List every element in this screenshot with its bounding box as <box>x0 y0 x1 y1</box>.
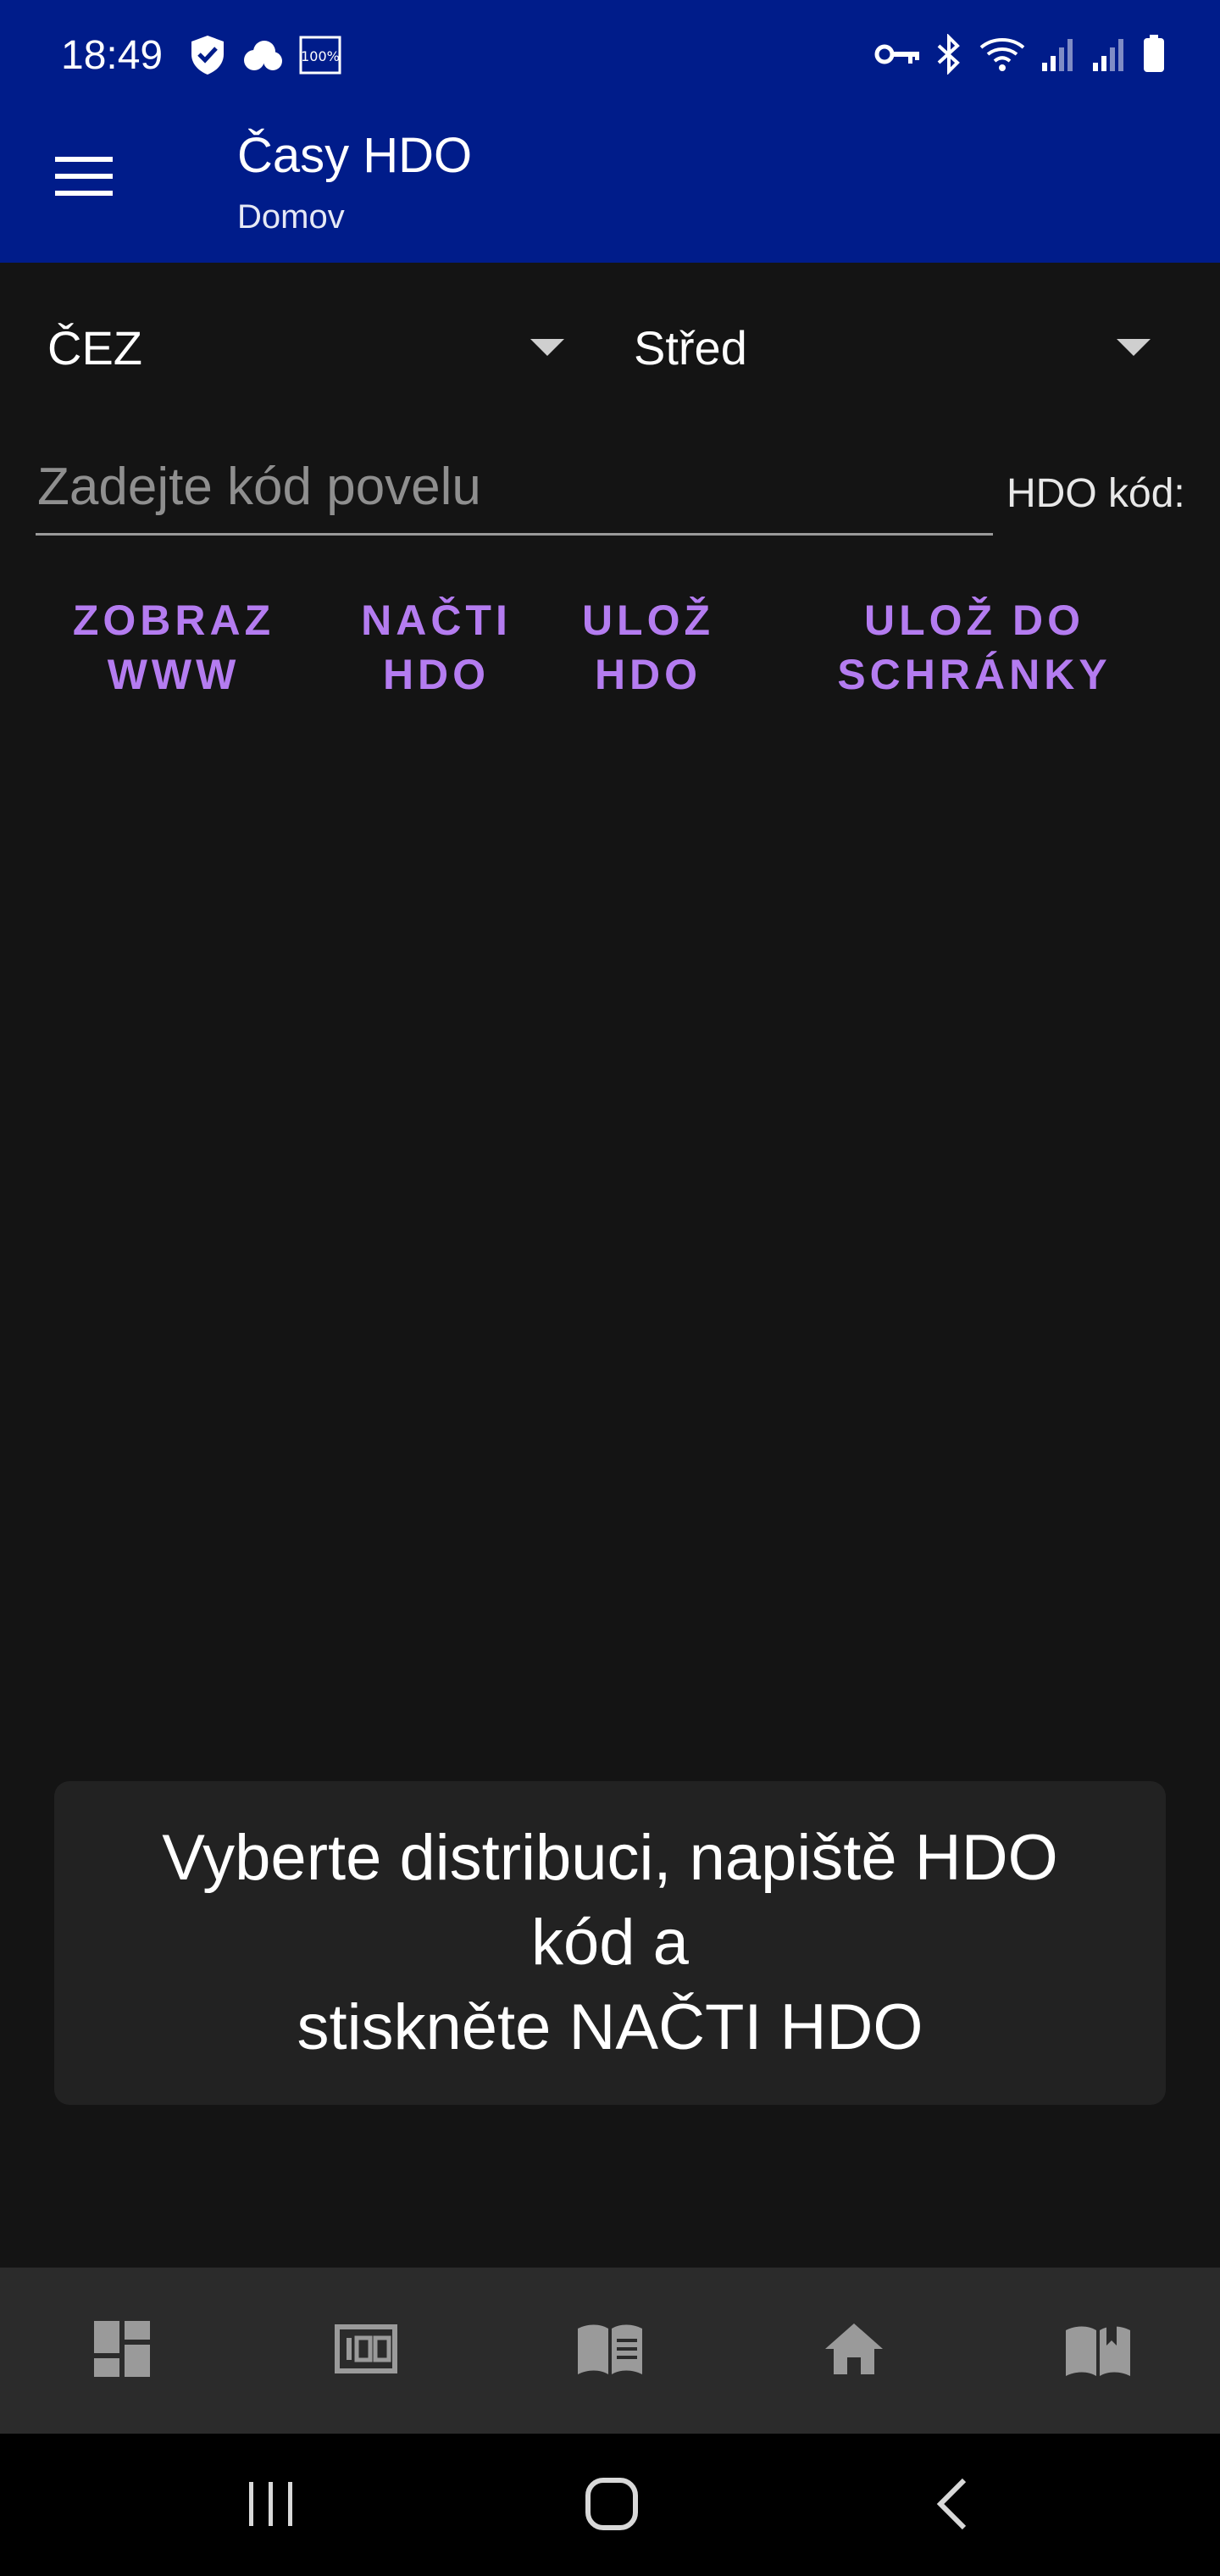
status-left-icons: 100% <box>188 34 342 76</box>
bottom-navigation <box>0 2268 1220 2434</box>
hdo-code-input[interactable] <box>36 441 993 533</box>
back-button[interactable] <box>901 2468 1003 2544</box>
battery-icon <box>1142 35 1166 74</box>
status-bar: 18:49 100% <box>0 0 1220 119</box>
recent-apps-button[interactable] <box>220 2468 322 2544</box>
region-value: Střed <box>634 320 747 375</box>
info-message: Vyberte distribuci, napiště HDO kód a st… <box>162 1822 1058 2063</box>
hdo-code-label: HDO kód: <box>1006 471 1185 516</box>
info-card: Vyberte distribuci, napiště HDO kód a st… <box>54 1781 1166 2105</box>
dashboard-icon <box>92 2319 152 2383</box>
region-dropdown[interactable]: Střed <box>634 305 1151 390</box>
recent-apps-icon <box>246 2480 297 2532</box>
page-title: Časy HDO <box>237 128 473 183</box>
dropdown-arrow-icon <box>530 339 564 356</box>
bluetooth-icon <box>934 34 964 75</box>
status-time: 18:49 <box>61 33 164 78</box>
menu-button[interactable] <box>46 144 122 212</box>
shield-icon <box>188 34 227 76</box>
save-clipboard-label: ULOŽ DO SCHRÁNKY <box>837 597 1112 698</box>
load-hdo-label: NAČTI HDO <box>361 597 512 698</box>
battery-saver-text: 100% <box>301 48 340 64</box>
vpn-key-icon <box>874 41 920 68</box>
map-book-icon <box>1064 2320 1132 2382</box>
nav-counter[interactable] <box>244 2268 488 2434</box>
load-hdo-button[interactable]: NAČTI HDO <box>347 593 525 702</box>
status-right-icons <box>874 34 1166 75</box>
distribution-value: ČEZ <box>47 320 142 375</box>
distribution-dropdown[interactable]: ČEZ <box>47 305 564 390</box>
nav-book[interactable] <box>488 2268 732 2434</box>
book-icon <box>576 2322 644 2380</box>
save-clipboard-button[interactable]: ULOŽ DO SCHRÁNKY <box>805 593 1144 702</box>
counter-icon <box>335 2323 397 2378</box>
hdo-code-field <box>36 441 993 536</box>
home-outline-icon <box>585 2477 639 2535</box>
hamburger-icon <box>55 155 113 202</box>
nav-map-book[interactable] <box>976 2268 1220 2434</box>
app-bar: 18:49 100% Časy HDO Domov <box>0 0 1220 263</box>
wifi-icon <box>978 36 1027 73</box>
dropdown-arrow-icon <box>1117 339 1151 356</box>
nav-dashboard[interactable] <box>0 2268 244 2434</box>
system-navigation <box>0 2434 1220 2576</box>
save-hdo-button[interactable]: ULOŽ HDO <box>559 593 737 702</box>
battery-saver-icon: 100% <box>298 35 342 75</box>
home-icon <box>824 2322 884 2380</box>
back-chevron-icon <box>934 2477 971 2535</box>
cloud-icon <box>239 36 286 74</box>
signal-1-icon <box>1040 36 1078 73</box>
signal-2-icon <box>1091 36 1128 73</box>
page-subtitle: Domov <box>237 198 345 236</box>
show-www-label: ZOBRAZ WWW <box>72 597 275 698</box>
save-hdo-label: ULOŽ HDO <box>581 597 715 698</box>
system-home-button[interactable] <box>561 2468 663 2544</box>
show-www-button[interactable]: ZOBRAZ WWW <box>51 593 297 702</box>
nav-home[interactable] <box>732 2268 976 2434</box>
